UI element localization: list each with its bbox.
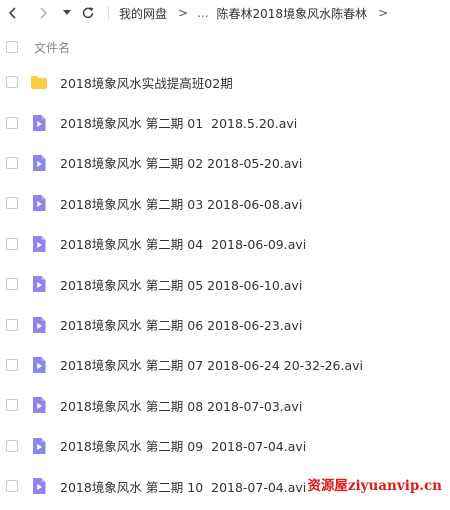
caret-down-icon [63, 10, 71, 15]
file-checkbox[interactable] [6, 278, 18, 291]
video-file-icon [33, 356, 46, 373]
file-name[interactable]: 2018境象风水 第二期 07 2018-06-24 20-32-26.avi [60, 355, 363, 374]
video-file-icon [33, 478, 46, 495]
refresh-button[interactable] [78, 2, 98, 24]
file-row[interactable]: 2018境象风水 第二期 07 2018-06-24 20-32-26.avi [0, 345, 450, 385]
breadcrumb-separator: > [178, 6, 189, 20]
refresh-icon [82, 7, 94, 19]
file-checkbox[interactable] [6, 399, 18, 412]
breadcrumb-ellipsis[interactable]: ... [197, 6, 208, 20]
toolbar-divider [108, 6, 109, 20]
file-name[interactable]: 2018境象风水 第二期 02 2018-05-20.avi [60, 153, 302, 172]
toolbar: 我的网盘 > ... 陈春林2018境象风水陈春林 > [0, 0, 450, 26]
video-file-icon [33, 154, 46, 171]
breadcrumb-current[interactable]: 陈春林2018境象风水陈春林 [217, 5, 368, 22]
file-list: 2018境象风水实战提高班02期 2018境象风水 第二期 01 2018.5.2… [0, 62, 450, 506]
video-file-icon [33, 276, 46, 293]
file-row[interactable]: 2018境象风水 第二期 09 2018-07-04.avi [0, 426, 450, 466]
column-filename[interactable]: 文件名 [34, 39, 70, 56]
file-name[interactable]: 2018境象风水 第二期 03 2018-06-08.avi [60, 194, 302, 213]
file-row[interactable]: 2018境象风水 第二期 05 2018-06-10.avi [0, 264, 450, 304]
file-name[interactable]: 2018境象风水 第二期 09 2018-07-04.avi [60, 436, 306, 455]
history-dropdown[interactable] [60, 2, 74, 24]
video-file-icon [33, 397, 46, 414]
file-row[interactable]: 2018境象风水实战提高班02期 [0, 62, 450, 102]
file-row[interactable]: 2018境象风水 第二期 03 2018-06-08.avi [0, 183, 450, 223]
file-checkbox[interactable] [6, 237, 18, 250]
file-checkbox[interactable] [6, 116, 18, 129]
file-name[interactable]: 2018境象风水实战提高班02期 [60, 73, 233, 92]
file-row[interactable]: 2018境象风水 第二期 02 2018-05-20.avi [0, 143, 450, 183]
chevron-right-icon [40, 7, 48, 19]
video-file-icon [33, 235, 46, 252]
file-name[interactable]: 2018境象风水 第二期 01 2018.5.20.avi [60, 113, 297, 132]
chevron-left-icon [8, 7, 16, 19]
file-name[interactable]: 2018境象风水 第二期 04 2018-06-09.avi [60, 234, 306, 253]
file-name[interactable]: 2018境象风水 第二期 05 2018-06-10.avi [60, 275, 302, 294]
file-checkbox[interactable] [6, 318, 18, 331]
breadcrumb: 我的网盘 > ... 陈春林2018境象风水陈春林 > [119, 3, 397, 23]
file-checkbox[interactable] [6, 76, 18, 89]
watermark: 资源屋ziyuanvip.cn [307, 478, 442, 494]
file-row[interactable]: 2018境象风水 第二期 08 2018-07-03.avi [0, 385, 450, 425]
file-row[interactable]: 2018境象风水 第二期 06 2018-06-23.avi [0, 304, 450, 344]
breadcrumb-root[interactable]: 我的网盘 [119, 5, 167, 22]
folder-icon [31, 76, 47, 90]
file-row[interactable]: 2018境象风水 第二期 04 2018-06-09.avi [0, 224, 450, 264]
file-checkbox[interactable] [6, 358, 18, 371]
file-checkbox[interactable] [6, 156, 18, 169]
video-file-icon [33, 114, 46, 131]
file-list-header: 文件名 [0, 34, 450, 60]
back-button[interactable] [4, 2, 22, 24]
forward-button[interactable] [34, 2, 52, 24]
file-row[interactable]: 2018境象风水 第二期 01 2018.5.20.avi [0, 102, 450, 142]
file-checkbox[interactable] [6, 439, 18, 452]
select-all-checkbox[interactable] [6, 41, 18, 53]
video-file-icon [33, 195, 46, 212]
file-name[interactable]: 2018境象风水 第二期 08 2018-07-03.avi [60, 396, 302, 415]
video-file-icon [33, 437, 46, 454]
video-file-icon [33, 316, 46, 333]
file-checkbox[interactable] [6, 480, 18, 493]
breadcrumb-separator-end: > [378, 6, 389, 20]
file-name[interactable]: 2018境象风水 第二期 06 2018-06-23.avi [60, 315, 302, 334]
file-checkbox[interactable] [6, 197, 18, 210]
file-name[interactable]: 2018境象风水 第二期 10 2018-07-04.avi [60, 477, 306, 496]
